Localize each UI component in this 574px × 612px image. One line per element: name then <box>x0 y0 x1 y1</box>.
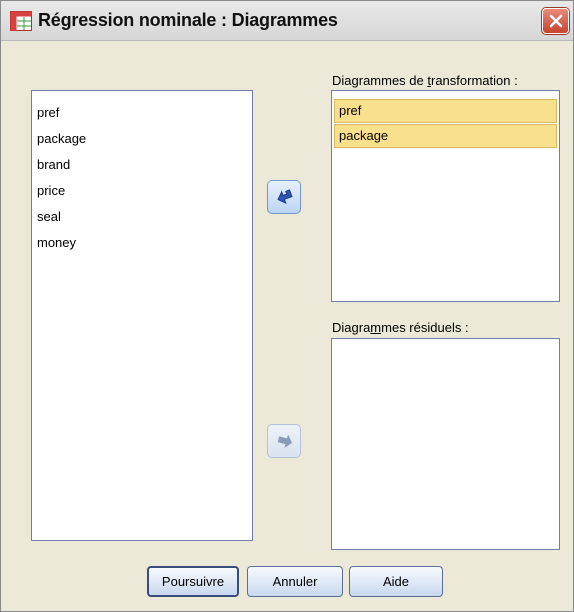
list-item[interactable]: pref <box>37 105 59 120</box>
list-item[interactable]: price <box>37 183 65 198</box>
list-item[interactable]: money <box>37 235 76 250</box>
arrow-left-icon <box>277 189 293 205</box>
dialog-window: Régression nominale : Diagrammes pref pa… <box>0 0 574 612</box>
list-item-selected[interactable]: package <box>334 124 557 148</box>
transformation-plots-list[interactable]: pref package <box>331 90 560 302</box>
table-grid-icon <box>10 11 32 31</box>
residual-plots-label: Diagrammes résiduels : <box>332 320 469 335</box>
residual-plots-list[interactable] <box>331 338 560 550</box>
continue-button[interactable]: Poursuivre <box>147 566 239 597</box>
arrow-right-icon <box>277 434 293 449</box>
list-item-selected[interactable]: pref <box>334 99 557 123</box>
title-bar[interactable]: Régression nominale : Diagrammes <box>1 1 573 41</box>
move-from-transformation-button[interactable] <box>267 180 301 214</box>
dialog-title: Régression nominale : Diagrammes <box>38 10 338 30</box>
close-button[interactable] <box>542 8 569 34</box>
list-item[interactable]: seal <box>37 209 61 224</box>
list-item[interactable]: package <box>37 131 86 146</box>
cancel-button[interactable]: Annuler <box>247 566 343 597</box>
help-button[interactable]: Aide <box>349 566 443 597</box>
list-item[interactable]: brand <box>37 157 70 172</box>
transformation-plots-label: Diagrammes de transformation : <box>332 73 518 88</box>
move-to-residual-button[interactable] <box>267 424 301 458</box>
close-icon <box>549 14 563 28</box>
source-variable-list[interactable]: pref package brand price seal money <box>31 90 253 541</box>
